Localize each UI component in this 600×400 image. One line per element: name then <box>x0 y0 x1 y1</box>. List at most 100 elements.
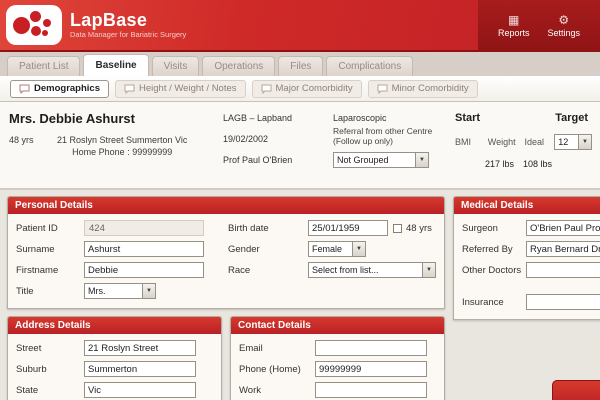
chevron-down-icon: ▼ <box>142 284 155 298</box>
title-dropdown[interactable]: Mrs. ▼ <box>84 283 156 299</box>
start-weight-value: 217 lbs <box>485 159 523 169</box>
other-doctors-input[interactable] <box>526 262 600 278</box>
sub-tab-bar: Demographics Height / Weight / Notes Maj… <box>0 76 600 102</box>
patient-identity: Mrs. Debbie Ashurst 48 yrs 21 Roslyn Str… <box>9 111 223 184</box>
speech-bubble-icon <box>261 84 272 94</box>
firstname-input[interactable] <box>84 262 204 278</box>
phone-home-label: Phone (Home) <box>239 364 315 375</box>
metrics-summary: Start Target BMI Weight Ideal 12 ▼ 217 l… <box>451 111 596 184</box>
street-input[interactable] <box>84 340 196 356</box>
operation-surgeon: Prof Paul O'Brien <box>223 155 333 165</box>
chevron-down-icon: ▼ <box>415 153 428 167</box>
birth-date-input[interactable] <box>308 220 388 236</box>
personal-details-panel: Personal Details Patient ID 424 Surname … <box>7 196 445 309</box>
weight-label: Weight <box>488 137 525 147</box>
medical-details-header: Medical Details <box>454 197 600 214</box>
gender-dropdown-value: Female <box>309 244 352 254</box>
speech-bubble-icon <box>19 84 30 94</box>
chevron-down-icon: ▼ <box>578 135 591 149</box>
app-subtitle: Data Manager for Bariatric Surgery <box>70 30 186 39</box>
settings-button[interactable]: ⚙ Settings <box>547 14 580 38</box>
street-label: Street <box>16 343 84 354</box>
bmi-label: BMI <box>455 137 488 147</box>
personal-details-header: Personal Details <box>8 197 444 214</box>
patient-summary-bar: Mrs. Debbie Ashurst 48 yrs 21 Roslyn Str… <box>0 102 600 190</box>
subtab-minor-comorbidity[interactable]: Minor Comorbidity <box>368 80 478 98</box>
operation-summary: LAGB – Lapband 19/02/2002 Prof Paul O'Br… <box>223 111 333 184</box>
chevron-down-icon: ▼ <box>422 263 435 277</box>
race-label: Race <box>228 265 308 276</box>
patient-address: 21 Roslyn Street Summerton Vic <box>57 135 187 145</box>
tab-baseline[interactable]: Baseline <box>83 54 148 76</box>
patient-age: 48 yrs <box>9 135 57 159</box>
tab-complications[interactable]: Complications <box>326 56 413 76</box>
approach: Laparoscopic <box>333 113 451 123</box>
insurance-label: Insurance <box>462 297 526 308</box>
title-dropdown-value: Mrs. <box>85 286 142 296</box>
target-label: Target <box>555 112 588 124</box>
reports-label: Reports <box>498 28 530 38</box>
surname-label: Surname <box>16 244 84 255</box>
surname-input[interactable] <box>84 241 204 257</box>
phone-home-input[interactable] <box>315 361 427 377</box>
target-dropdown[interactable]: 12 ▼ <box>554 134 592 150</box>
work-label: Work <box>239 385 315 396</box>
main-tab-bar: Patient List Baseline Visits Operations … <box>0 52 600 76</box>
contact-details-panel: Contact Details Email Phone (Home) Work <box>230 316 445 400</box>
group-dropdown[interactable]: Not Grouped ▼ <box>333 152 429 168</box>
ideal-label: Ideal <box>524 137 554 147</box>
gear-icon: ⚙ <box>558 14 569 26</box>
content-area: Personal Details Patient ID 424 Surname … <box>0 190 600 400</box>
suburb-label: Suburb <box>16 364 84 375</box>
email-input[interactable] <box>315 340 427 356</box>
app-header: LapBase Data Manager for Bariatric Surge… <box>0 0 600 52</box>
surgeon-label: Surgeon <box>462 223 526 234</box>
tab-files[interactable]: Files <box>278 56 323 76</box>
firstname-label: Firstname <box>16 265 84 276</box>
race-dropdown[interactable]: Select from list... ▼ <box>308 262 436 278</box>
patient-id-value: 424 <box>84 220 204 236</box>
app-title-block: LapBase Data Manager for Bariatric Surge… <box>70 11 186 39</box>
corner-action-button[interactable] <box>552 380 600 400</box>
address-details-header: Address Details <box>8 317 221 334</box>
ideal-weight-value: 108 lbs <box>523 159 552 169</box>
tab-patient-list[interactable]: Patient List <box>7 56 80 76</box>
contact-details-header: Contact Details <box>231 317 444 334</box>
address-details-panel: Address Details Street Suburb State <box>7 316 222 400</box>
subtab-label: Major Comorbidity <box>276 83 353 94</box>
tab-operations[interactable]: Operations <box>202 56 275 76</box>
subtab-label: Minor Comorbidity <box>392 83 469 94</box>
state-input[interactable] <box>84 382 196 398</box>
subtab-major-comorbidity[interactable]: Major Comorbidity <box>252 80 362 98</box>
operation-date: 19/02/2002 <box>223 134 333 144</box>
app-title: LapBase <box>70 11 186 30</box>
subtab-label: Demographics <box>34 83 100 94</box>
tab-visits[interactable]: Visits <box>152 56 200 76</box>
title-label: Title <box>16 286 84 297</box>
suburb-input[interactable] <box>84 361 196 377</box>
reports-button[interactable]: ▦ Reports <box>498 14 530 38</box>
speech-bubble-icon <box>124 84 135 94</box>
lapbase-app: LapBase Data Manager for Bariatric Surge… <box>0 0 600 400</box>
birthdate-checkbox[interactable] <box>393 224 402 233</box>
insurance-input[interactable] <box>526 294 600 310</box>
subtab-height-weight-notes[interactable]: Height / Weight / Notes <box>115 80 246 98</box>
surgeon-input[interactable] <box>526 220 600 236</box>
birth-date-label: Birth date <box>228 223 308 234</box>
patient-name: Mrs. Debbie Ashurst <box>9 111 223 126</box>
start-label: Start <box>455 112 480 124</box>
patient-address-block: 21 Roslyn Street Summerton Vic Home Phon… <box>57 135 187 159</box>
work-phone-input[interactable] <box>315 382 427 398</box>
speech-bubble-icon <box>377 84 388 94</box>
referred-by-label: Referred By <box>462 244 526 255</box>
subtab-demographics[interactable]: Demographics <box>10 80 109 98</box>
gender-dropdown[interactable]: Female ▼ <box>308 241 366 257</box>
subtab-label: Height / Weight / Notes <box>139 83 237 94</box>
settings-label: Settings <box>547 28 580 38</box>
target-dropdown-value: 12 <box>555 137 578 147</box>
patient-home-phone: Home Phone : 99999999 <box>57 147 187 157</box>
gender-label: Gender <box>228 244 308 255</box>
referred-by-input[interactable] <box>526 241 600 257</box>
operation-type: LAGB – Lapband <box>223 113 333 123</box>
chevron-down-icon: ▼ <box>352 242 365 256</box>
